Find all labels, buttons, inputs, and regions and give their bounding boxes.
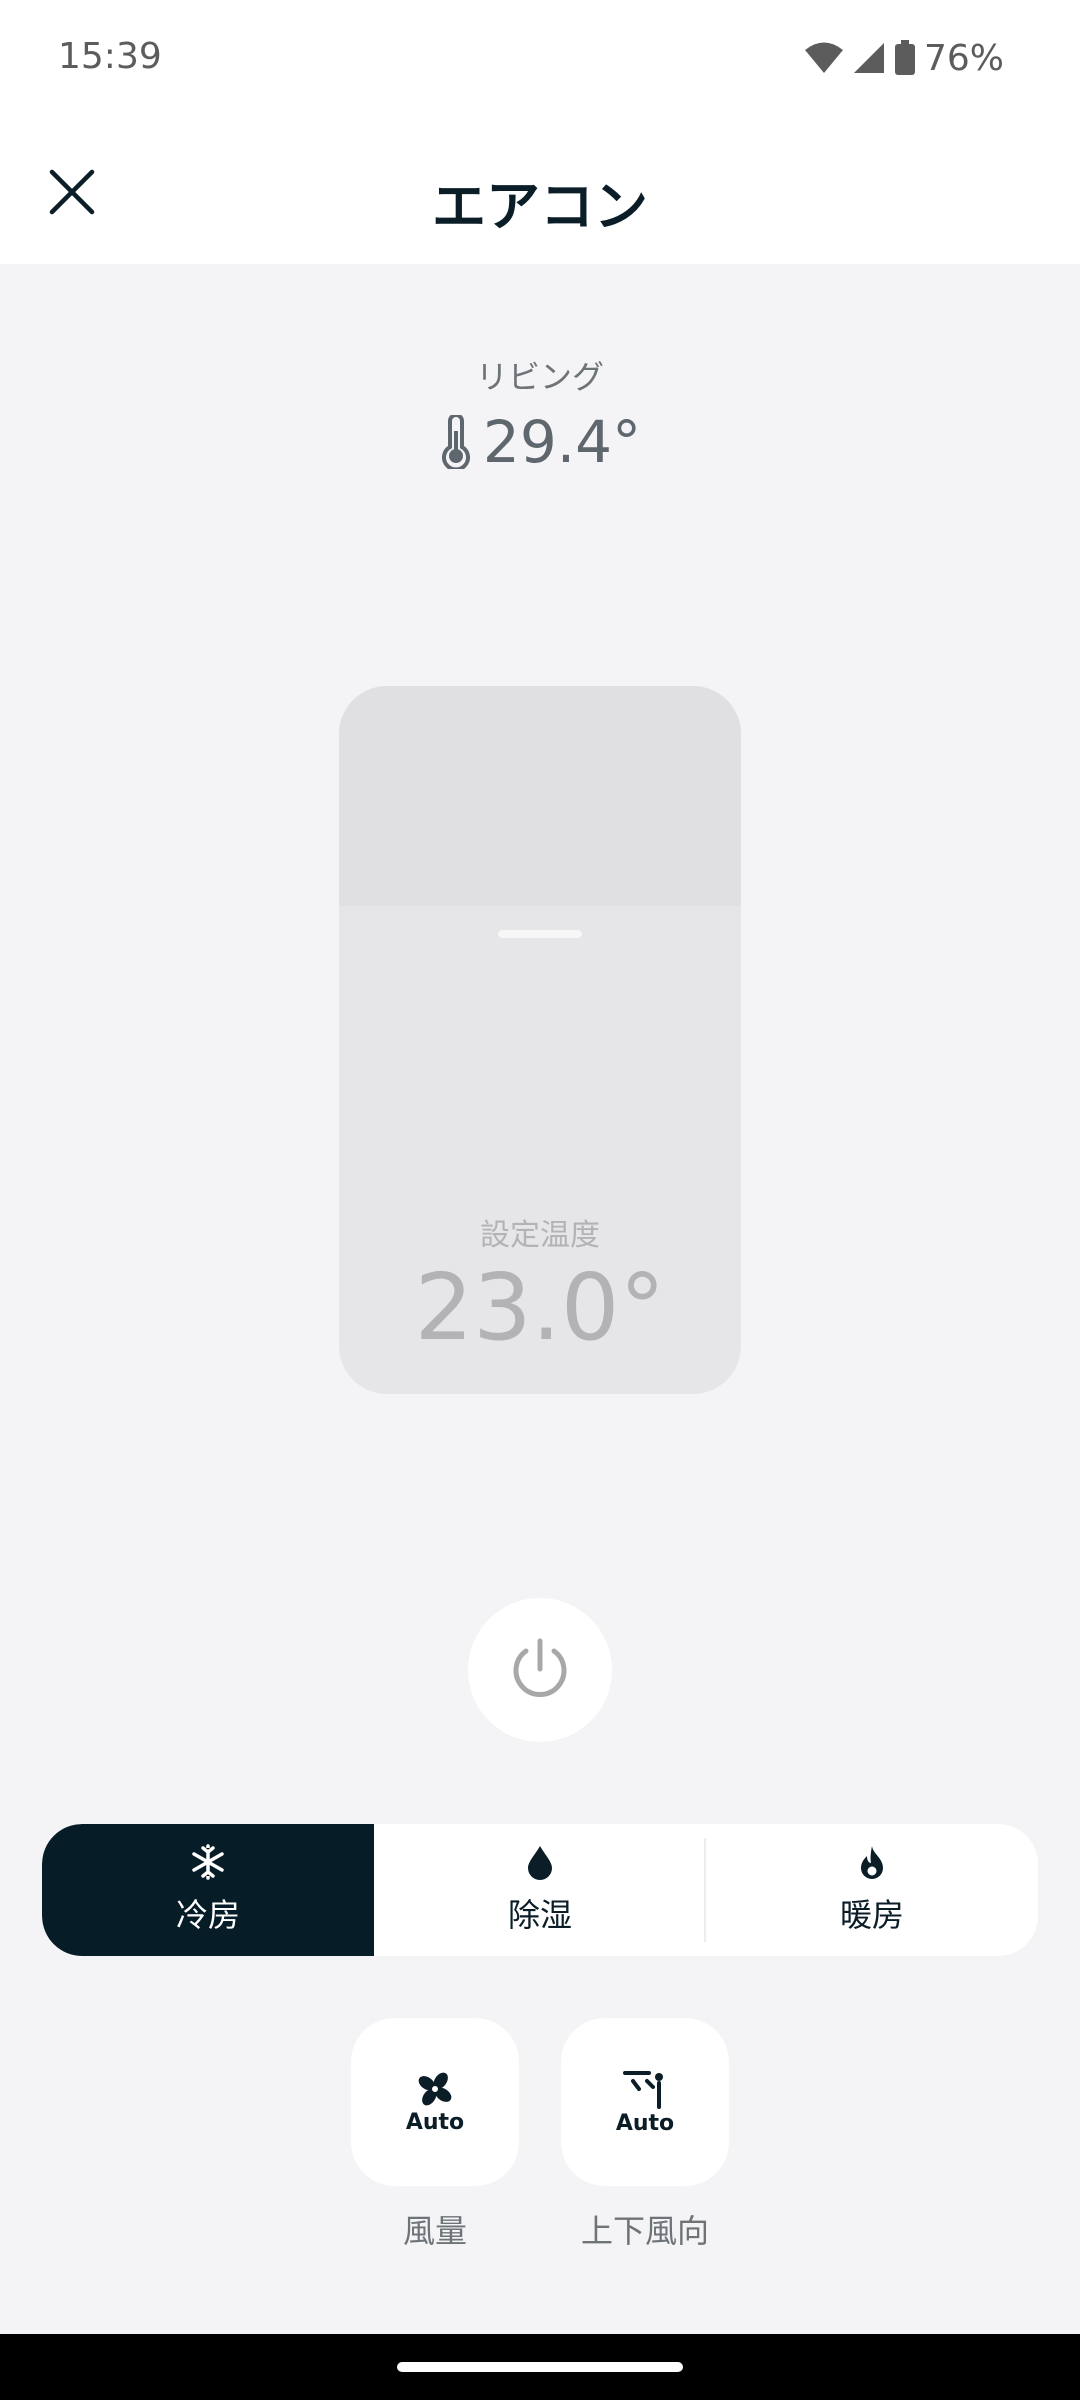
status-time: 15:39: [58, 36, 162, 77]
slider-track-upper: [339, 686, 741, 906]
mode-cool-label: 冷房: [175, 1896, 240, 1934]
fan-speed-label: 風量: [402, 2212, 467, 2250]
wifi-icon: [804, 42, 843, 73]
vertical-swing-button[interactable]: Auto: [561, 2018, 729, 2186]
vertical-swing-label: 上下風向: [580, 2212, 709, 2250]
set-temp-label: 設定温度: [480, 1218, 600, 1253]
mode-dry-label: 除湿: [507, 1896, 572, 1934]
power-button[interactable]: [468, 1598, 612, 1742]
status-icons: 76%: [804, 36, 1004, 80]
vane-icon: [623, 2070, 663, 2109]
fan-speed-button[interactable]: Auto: [351, 2018, 519, 2186]
current-temp-value: 29.4°: [482, 408, 642, 476]
vertical-swing-value: Auto: [615, 2110, 675, 2136]
temperature-slider[interactable]: 設定温度 23.0°: [339, 686, 741, 1394]
current-temperature: 29.4°: [0, 408, 1080, 476]
fan-icon: [418, 2072, 452, 2105]
power-icon: [513, 1638, 567, 1697]
battery-percentage: 76%: [923, 37, 1004, 79]
mode-dry[interactable]: 除湿: [374, 1824, 706, 1956]
page-title: エアコン: [432, 175, 648, 238]
mode-cool[interactable]: 冷房: [42, 1824, 374, 1956]
app-header: エアコン: [0, 116, 1080, 264]
battery-icon: [894, 40, 915, 75]
thermometer-icon: [441, 415, 470, 469]
signal-icon: [853, 43, 884, 73]
snowflake-icon: [192, 1844, 224, 1880]
slider-handle[interactable]: [498, 930, 582, 938]
droplet-icon: [528, 1846, 552, 1880]
flame-icon: [861, 1846, 883, 1879]
mode-selector: 冷房 除湿 暖房: [42, 1824, 1038, 1956]
home-indicator[interactable]: [397, 2362, 683, 2372]
set-temp-value: 23.0°: [414, 1254, 666, 1361]
navigation-bar: [0, 2334, 1080, 2400]
room-name: リビング: [475, 358, 604, 396]
mode-heat[interactable]: 暖房: [706, 1824, 1038, 1956]
fan-speed-value: Auto: [405, 2109, 465, 2135]
mode-heat-label: 暖房: [839, 1896, 904, 1934]
status-bar: 15:39 76%: [0, 0, 1080, 116]
